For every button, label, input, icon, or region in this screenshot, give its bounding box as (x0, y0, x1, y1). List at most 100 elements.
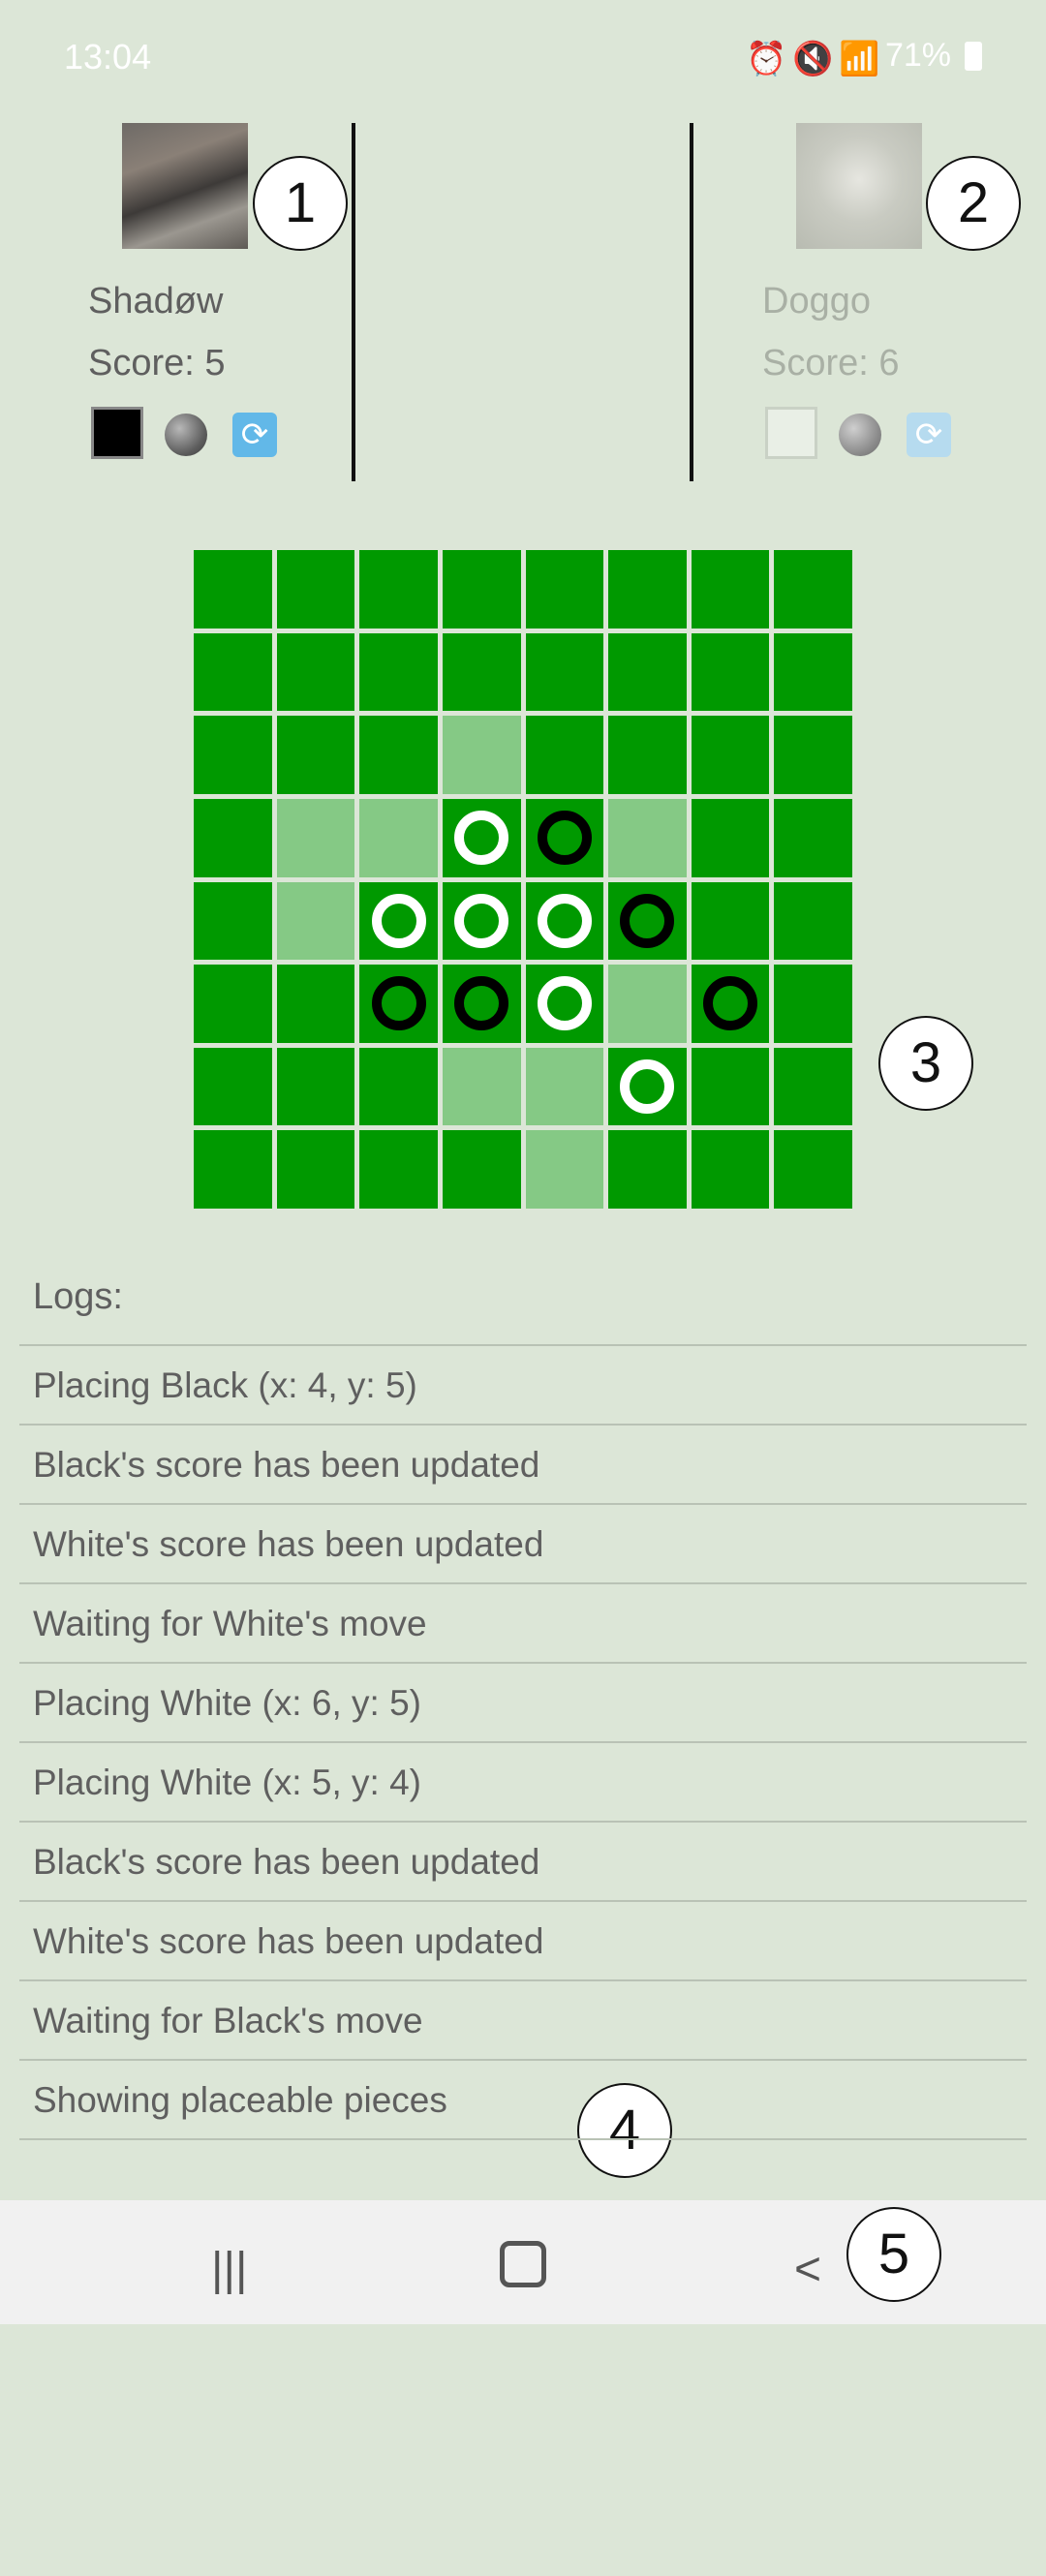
alarm-icon: ⏰ (745, 40, 787, 77)
board-cell-placeable[interactable] (359, 798, 438, 877)
board-cell[interactable] (442, 965, 521, 1043)
board-cell[interactable] (525, 550, 604, 629)
board-cell[interactable] (525, 881, 604, 961)
board-cell[interactable] (525, 632, 604, 712)
board-cell[interactable] (442, 1130, 521, 1209)
board-cell-placeable[interactable] (608, 965, 687, 1043)
board-cell[interactable] (276, 632, 355, 712)
board-cell[interactable] (608, 1130, 687, 1209)
bomb-icon[interactable] (165, 414, 207, 456)
logs-panel[interactable]: Placing Black (x: 5, y: 6)Placing Black … (19, 1327, 1027, 2576)
recent-apps-icon[interactable]: ||| (211, 2243, 247, 2296)
board-cell[interactable] (359, 1130, 438, 1209)
home-icon[interactable] (500, 2241, 546, 2287)
board-cell-placeable[interactable] (276, 798, 355, 877)
board-cell[interactable] (608, 632, 687, 712)
player1-name: Shadøw (88, 281, 224, 322)
annotation-badge: 5 (846, 2207, 941, 2302)
board-cell[interactable] (774, 550, 852, 629)
white-piece (454, 893, 509, 948)
board-cell[interactable] (276, 716, 355, 794)
board-cell[interactable] (691, 632, 770, 712)
mute-icon: 🔇 (791, 40, 834, 77)
board-cell[interactable] (691, 1130, 770, 1209)
board-cell[interactable] (194, 1130, 272, 1209)
board-cell-placeable[interactable] (525, 1047, 604, 1126)
board-cell[interactable] (774, 881, 852, 961)
black-piece (620, 893, 675, 948)
white-piece (371, 893, 426, 948)
board-cell[interactable] (691, 881, 770, 961)
board-cell[interactable] (525, 798, 604, 877)
board-cell[interactable] (774, 1047, 852, 1126)
annotation-badge: 1 (253, 156, 348, 251)
board-cell-placeable[interactable] (442, 1047, 521, 1126)
board-cell[interactable] (276, 1047, 355, 1126)
board-cell[interactable] (774, 1130, 852, 1209)
board-cell[interactable] (442, 550, 521, 629)
player2-name: Doggo (762, 281, 871, 322)
board-cell[interactable] (774, 965, 852, 1043)
wifi-icon: 📶 (838, 40, 880, 77)
board-cell[interactable] (608, 881, 687, 961)
board-cell[interactable] (359, 965, 438, 1043)
board-cell[interactable] (525, 965, 604, 1043)
board-cell[interactable] (359, 550, 438, 629)
board-cell[interactable] (442, 798, 521, 877)
board-cell[interactable] (194, 798, 272, 877)
board-cell[interactable] (691, 1047, 770, 1126)
board-cell-placeable[interactable] (525, 1130, 604, 1209)
board-cell[interactable] (276, 965, 355, 1043)
board-cell[interactable] (525, 716, 604, 794)
game-board (194, 550, 852, 1209)
log-entry: White's score has been updated (19, 1902, 1027, 1981)
board-cell[interactable] (691, 798, 770, 877)
board-cell-placeable[interactable] (442, 716, 521, 794)
swap-icon[interactable]: ⟳ (232, 413, 277, 457)
board-cell[interactable] (774, 798, 852, 877)
black-piece (703, 976, 758, 1031)
board-cell[interactable] (276, 550, 355, 629)
log-entry: Showing placeable pieces (19, 2061, 1027, 2140)
board-cell[interactable] (194, 881, 272, 961)
board-cell[interactable] (194, 965, 272, 1043)
black-piece (371, 976, 426, 1031)
board-cell[interactable] (359, 1047, 438, 1126)
battery-icon (965, 41, 982, 71)
board-cell[interactable] (774, 632, 852, 712)
board-cell[interactable] (194, 632, 272, 712)
annotation-badge: 3 (878, 1016, 973, 1111)
board-cell[interactable] (691, 550, 770, 629)
board-cell[interactable] (691, 716, 770, 794)
board-cell[interactable] (276, 1130, 355, 1209)
player-divider-right (690, 123, 693, 481)
board-cell[interactable] (774, 716, 852, 794)
board-cell[interactable] (359, 881, 438, 961)
swap-icon[interactable]: ⟳ (907, 413, 951, 457)
log-entry: Waiting for Black's move (19, 1981, 1027, 2061)
logs-list: Placing Black (x: 5, y: 6)Placing Black … (19, 1327, 1027, 2140)
log-entry: Placing Black (x: 5, y: 6) (19, 1327, 1027, 1346)
white-piece (537, 893, 592, 948)
board-cell[interactable] (359, 632, 438, 712)
board-cell[interactable] (194, 1047, 272, 1126)
player-divider-left (352, 123, 355, 481)
log-entry: Black's score has been updated (19, 1823, 1027, 1902)
board-cell[interactable] (691, 965, 770, 1043)
back-icon[interactable]: < (794, 2243, 821, 2296)
logs-title: Logs: (33, 1276, 123, 1317)
log-entry: Placing Black (x: 4, y: 5) (19, 1346, 1027, 1426)
player2-score: Score: 6 (762, 343, 900, 383)
black-piece (454, 976, 509, 1031)
board-cell[interactable] (442, 881, 521, 961)
board-cell[interactable] (608, 1047, 687, 1126)
board-cell[interactable] (608, 716, 687, 794)
board-cell-placeable[interactable] (276, 881, 355, 961)
board-cell[interactable] (359, 716, 438, 794)
board-cell[interactable] (608, 550, 687, 629)
board-cell[interactable] (194, 550, 272, 629)
board-cell[interactable] (442, 632, 521, 712)
bomb-icon[interactable] (839, 414, 881, 456)
board-cell-placeable[interactable] (608, 798, 687, 877)
board-cell[interactable] (194, 716, 272, 794)
